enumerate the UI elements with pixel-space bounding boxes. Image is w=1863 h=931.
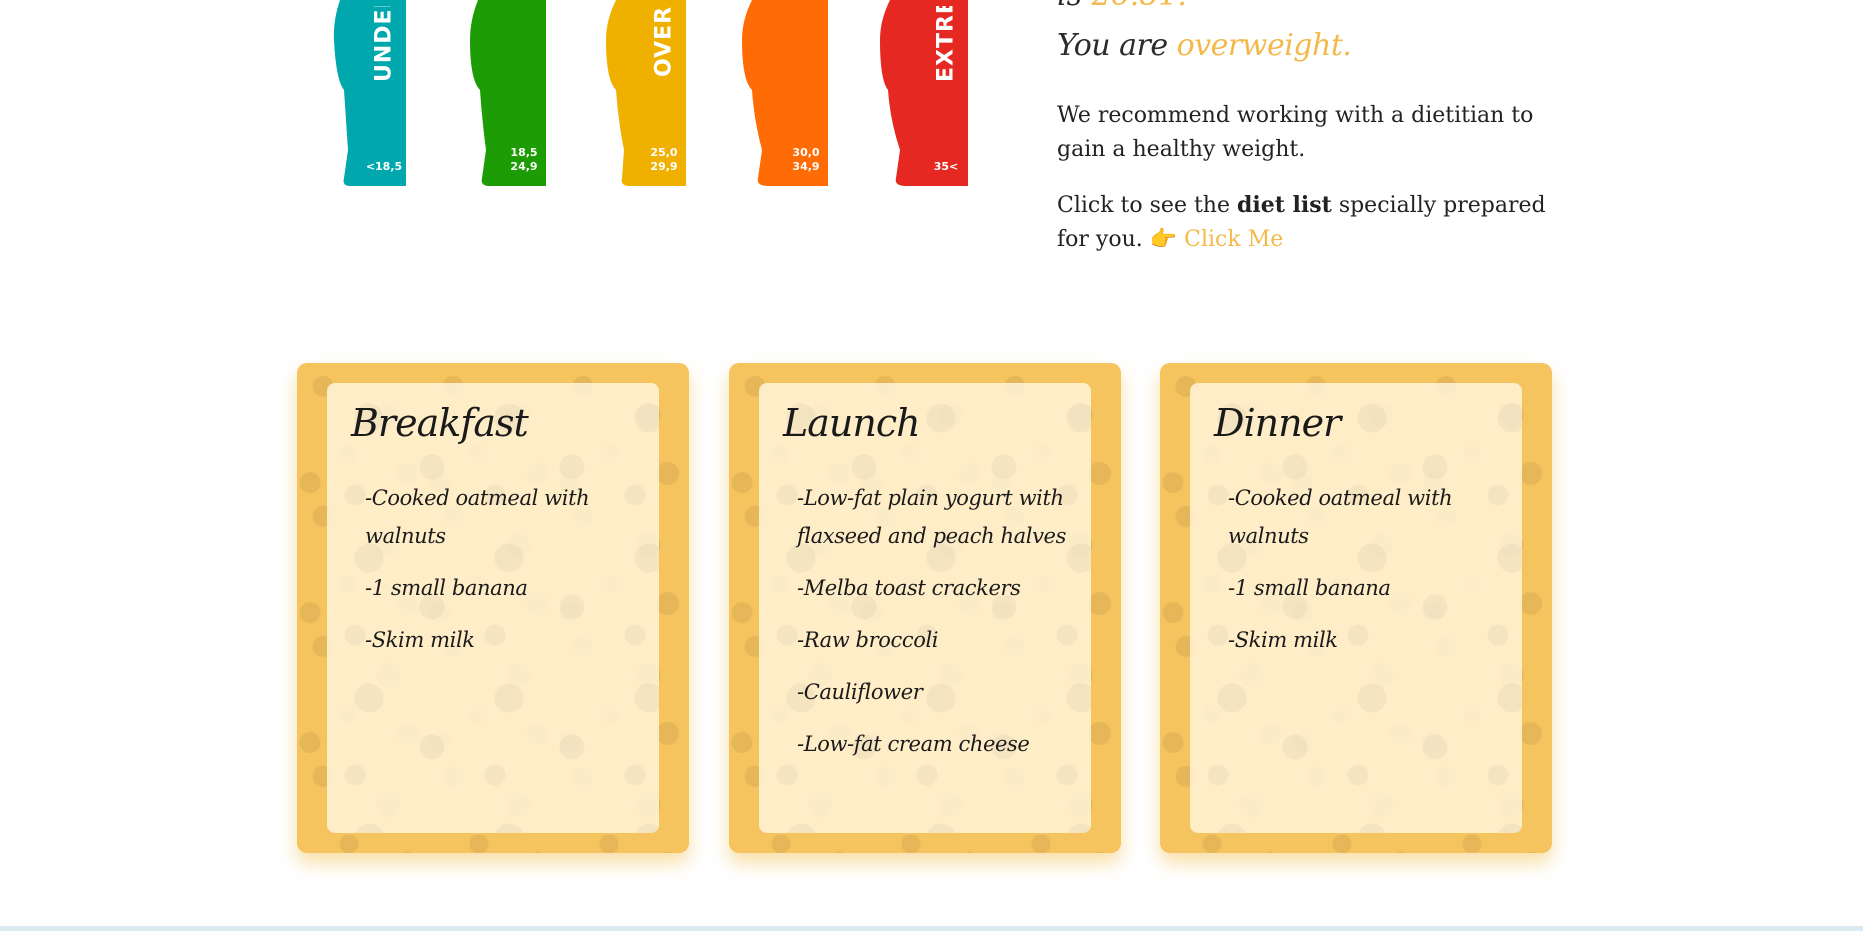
meal-item: -Cauliflower xyxy=(797,680,923,704)
meal-card-dinner: Dinner -Cooked oatmeal with walnuts -1 s… xyxy=(1160,363,1552,853)
bmi-category-label: UNDER xyxy=(371,6,397,82)
meal-item: -Melba toast crackers xyxy=(797,576,1021,600)
bmi-prefix: is xyxy=(1057,0,1082,13)
bmi-status-line: You are overweight. xyxy=(1057,28,1352,63)
bmi-value: 26.81. xyxy=(1092,0,1187,13)
meal-item: -Skim milk xyxy=(1228,628,1338,652)
bmi-range-label: 30,0 xyxy=(792,146,820,159)
meal-item-list: -Cooked oatmeal with walnuts -1 small ba… xyxy=(365,479,655,673)
bmi-range-label: 29,9 xyxy=(650,160,678,173)
meal-item: -Cooked oatmeal with walnuts xyxy=(1228,486,1453,548)
bmi-range-label: 24,9 xyxy=(510,160,538,173)
bmi-range-label: 25,0 xyxy=(650,146,678,159)
bmi-figures-illustration: UNDER <18,5 18,5 24,9 OVER 25,0 29,9 30,… xyxy=(320,0,990,190)
meal-card-title: Breakfast xyxy=(351,401,529,445)
status-prefix: You are xyxy=(1057,28,1168,63)
meal-item: -1 small banana xyxy=(365,576,528,600)
meal-item: -Cooked oatmeal with walnuts xyxy=(365,486,590,548)
click-me-link[interactable]: Click Me xyxy=(1184,227,1283,252)
diet-list-prompt: Click to see the diet list specially pre… xyxy=(1057,188,1557,257)
meal-card-title: Launch xyxy=(783,401,921,445)
meal-card-title: Dinner xyxy=(1214,401,1341,445)
meal-card-breakfast: Breakfast -Cooked oatmeal with walnuts -… xyxy=(297,363,689,853)
meal-item: -Raw broccoli xyxy=(797,628,939,652)
meal-item-list: -Cooked oatmeal with walnuts -1 small ba… xyxy=(1228,479,1518,673)
bmi-range-label: 18,5 xyxy=(510,146,538,159)
page: UNDER <18,5 18,5 24,9 OVER 25,0 29,9 30,… xyxy=(0,0,1863,931)
meal-card-launch: Launch -Low-fat plain yogurt with flaxse… xyxy=(729,363,1121,853)
meal-item: -1 small banana xyxy=(1228,576,1391,600)
bottom-divider xyxy=(0,926,1863,931)
diet-list-bold: diet list xyxy=(1236,192,1332,218)
pointing-hand-icon: 👉 xyxy=(1149,227,1178,252)
bmi-value-line: is 26.81. xyxy=(1057,0,1187,13)
meal-item: -Skim milk xyxy=(365,628,475,652)
bmi-range-label: 34,9 xyxy=(792,160,820,173)
diet-prefix: Click to see the xyxy=(1057,193,1230,218)
meal-item: -Low-fat plain yogurt with flaxseed and … xyxy=(797,486,1066,548)
meal-item-list: -Low-fat plain yogurt with flaxseed and … xyxy=(797,479,1087,777)
bmi-category-label: EXTREMEL xyxy=(933,6,959,82)
bmi-range-label: <18,5 xyxy=(365,160,403,173)
meal-item: -Low-fat cream cheese xyxy=(797,732,1030,756)
recommendation-text: We recommend working with a dietitian to… xyxy=(1057,103,1534,162)
bmi-category-label: OVER xyxy=(651,6,677,78)
status-value: overweight. xyxy=(1176,28,1352,63)
bmi-range-label: 35< xyxy=(933,160,959,173)
